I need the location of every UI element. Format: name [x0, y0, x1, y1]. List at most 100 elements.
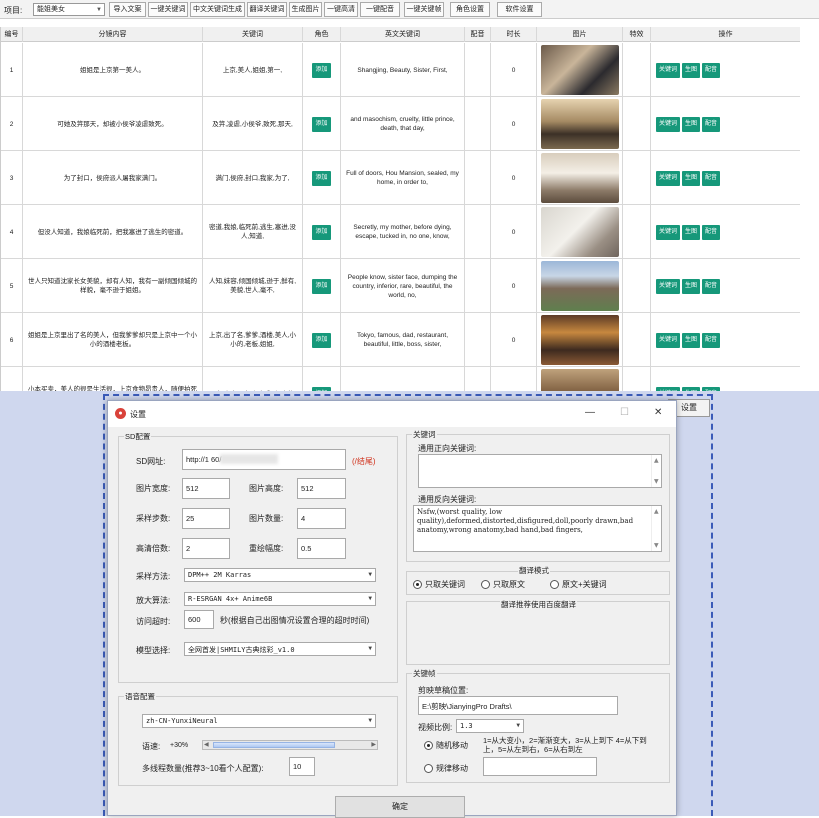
project-select[interactable]: 能姐美女 ▼	[33, 3, 105, 16]
sampler-select[interactable]: DPM++ 2M Karras ▼	[184, 568, 376, 582]
add-role-button[interactable]: 添加	[312, 62, 331, 78]
cell-english[interactable]: People know, sister face, dumping the co…	[341, 259, 465, 313]
cell-content[interactable]: 为了封口，侯府派人屠我家满门。	[23, 151, 203, 205]
cell-keywords[interactable]: 及笄,凌虐,小侯爷,致死,那天,	[203, 97, 303, 151]
scroll-up-icon[interactable]: ▲	[654, 456, 659, 465]
steps-input[interactable]: 25	[182, 508, 230, 529]
one-click-hd-button[interactable]: 一键高清	[324, 2, 358, 17]
scroll-up-icon[interactable]: ▲	[654, 507, 659, 516]
radio-keywords-only[interactable]: 只取关键词	[413, 579, 465, 590]
slider-right-arrow-icon[interactable]: ▶	[371, 741, 376, 748]
generate-image-button[interactable]: 生图	[682, 170, 701, 186]
add-role-button[interactable]: 添加	[312, 170, 331, 186]
storyboard-image[interactable]	[540, 315, 619, 365]
cell-content[interactable]: 小本买卖，美人的很是生活很，上京食物昂贵人，随便拍死了	[23, 367, 203, 391]
maximize-icon[interactable]: ☐	[620, 407, 629, 418]
add-role-button[interactable]: 添加	[312, 224, 331, 240]
cell-english[interactable]: I can't afford it, Shinong industry and	[341, 367, 465, 391]
keywords-button[interactable]: 关键词	[656, 278, 681, 294]
cell-english[interactable]: Full of doors, Hou Mansion, sealed, my h…	[341, 151, 465, 205]
cell-english[interactable]: and masochism, cruelty, little prince, d…	[341, 97, 465, 151]
radio-random-move[interactable]: 随机移动	[424, 740, 468, 751]
chinese-keywords-button[interactable]: 中文关键词生成	[190, 2, 245, 17]
ok-button[interactable]: 确定	[335, 796, 465, 818]
sd-url-hint-link[interactable]: (/结尾)	[352, 456, 376, 467]
keywords-button[interactable]: 关键词	[656, 116, 681, 132]
generate-image-button[interactable]: 生图	[682, 62, 701, 78]
keywords-button[interactable]: 关键词	[656, 224, 681, 240]
timeout-input[interactable]: 600	[184, 610, 214, 629]
negative-keywords-textarea[interactable]: Nsfw,(worst quality, low quality),deform…	[413, 505, 662, 552]
scrollbar[interactable]: ▲ ▼	[651, 506, 661, 551]
one-click-keywords-button[interactable]: 一键关键词	[148, 2, 188, 17]
cell-keywords[interactable]: 密道,我娘,临死前,逃生,塞进,没人,知道,	[203, 205, 303, 259]
rule-move-input[interactable]	[483, 757, 597, 776]
count-input[interactable]: 4	[297, 508, 346, 529]
keywords-button[interactable]: 关键词	[656, 332, 681, 348]
cell-content[interactable]: 世人只知道沈家长女美貌，却有人知，我有一副倾国倾城的样貌，毫不逊于姐姐。	[23, 259, 203, 313]
dubbing-button[interactable]: 配音	[702, 62, 721, 78]
dubbing-button[interactable]: 配音	[702, 116, 721, 132]
redraw-input[interactable]: 0.5	[297, 538, 346, 559]
cell-english[interactable]: Tokyo, famous, dad, restaurant, beautifu…	[341, 313, 465, 367]
radio-rule-move[interactable]: 规律移动	[424, 763, 468, 774]
cell-english[interactable]: Shangjing, Beauty, Sister, First,	[341, 43, 465, 97]
generate-image-button[interactable]: 生图	[682, 332, 701, 348]
dubbing-button[interactable]: 配音	[702, 170, 721, 186]
dubbing-button[interactable]: 配音	[702, 332, 721, 348]
upscaler-select[interactable]: R-ESRGAN 4x+ Anime6B ▼	[184, 592, 376, 606]
slider-left-arrow-icon[interactable]: ◀	[204, 741, 209, 748]
model-select[interactable]: 全网首发|SHMILY古典炫彩_v1.0 ▼	[184, 642, 376, 656]
role-settings-button[interactable]: 角色设置	[450, 2, 490, 17]
upscale-input[interactable]: 2	[182, 538, 230, 559]
cell-keywords[interactable]: 上京,美人,姐姐,第一,	[203, 43, 303, 97]
threads-input[interactable]: 10	[289, 757, 315, 776]
storyboard-image[interactable]	[540, 207, 619, 257]
one-click-keyframe-button[interactable]: 一键关键帧	[404, 2, 444, 17]
add-role-button[interactable]: 添加	[312, 278, 331, 294]
radio-original-only[interactable]: 只取原文	[481, 579, 525, 590]
generate-image-button[interactable]: 生图	[682, 278, 701, 294]
software-settings-button[interactable]: 软件设置	[497, 2, 542, 17]
storyboard-image[interactable]	[540, 261, 619, 311]
generate-images-button[interactable]: 生成图片	[289, 2, 322, 17]
keywords-button[interactable]: 关键词	[656, 62, 681, 78]
storyboard-image[interactable]	[540, 99, 619, 149]
speed-slider[interactable]: ◀ ▶	[202, 740, 378, 750]
cell-keywords[interactable]: 买卖,小本买卖,上京,和店,食物,	[203, 367, 303, 391]
radio-original-plus-keywords[interactable]: 原文+关键词	[550, 579, 607, 590]
storyboard-image[interactable]	[540, 369, 619, 391]
cell-content[interactable]: 可她及笄那天，却被小侯爷凌虐致死。	[23, 97, 203, 151]
positive-keywords-textarea[interactable]: ▲ ▼	[418, 454, 662, 488]
ratio-select[interactable]: 1.3 ▼	[456, 719, 524, 733]
translate-keywords-button[interactable]: 翻译关键词	[247, 2, 287, 17]
scroll-down-icon[interactable]: ▼	[654, 477, 659, 486]
cell-english[interactable]: Secretly, my mother, before dying, escap…	[341, 205, 465, 259]
cell-keywords[interactable]: 满门,侯府,封口,我家,为了,	[203, 151, 303, 205]
cell-keywords[interactable]: 上京,出了名,爹爹,酒楼,美人,小小的,老板,姐姐,	[203, 313, 303, 367]
cell-content[interactable]: 但没人知道，我娘临死前，把我塞进了逃生的密道。	[23, 205, 203, 259]
one-click-dubbing-button[interactable]: 一键配音	[360, 2, 400, 17]
scroll-down-icon[interactable]: ▼	[654, 541, 659, 550]
generate-image-button[interactable]: 生图	[682, 224, 701, 240]
width-input[interactable]: 512	[182, 478, 230, 499]
import-text-button[interactable]: 导入文案	[109, 2, 146, 17]
cell-id: 4	[1, 205, 23, 259]
close-icon[interactable]: ✕	[654, 407, 662, 418]
height-input[interactable]: 512	[297, 478, 346, 499]
add-role-button[interactable]: 添加	[312, 332, 331, 348]
storyboard-image[interactable]	[540, 45, 619, 95]
add-role-button[interactable]: 添加	[312, 116, 331, 132]
dubbing-button[interactable]: 配音	[702, 278, 721, 294]
cell-content[interactable]: 姐姐是上京第一美人。	[23, 43, 203, 97]
dubbing-button[interactable]: 配音	[702, 224, 721, 240]
storyboard-image[interactable]	[540, 153, 619, 203]
generate-image-button[interactable]: 生图	[682, 116, 701, 132]
keywords-button[interactable]: 关键词	[656, 170, 681, 186]
scrollbar[interactable]: ▲ ▼	[651, 455, 661, 487]
drafts-input[interactable]: E:\剪映\JianyingPro Drafts\	[418, 696, 618, 715]
voice-select[interactable]: zh-CN-YunxiNeural ▼	[142, 714, 376, 728]
minimize-icon[interactable]: —	[585, 407, 595, 418]
cell-keywords[interactable]: 人知,妹容,倾国倾城,逊于,鲜有,美貌,世人,毫不,	[203, 259, 303, 313]
cell-content[interactable]: 姐姐是上京里出了名的美人，但我爹爹却只是上京中一个小小的酒楼老板。	[23, 313, 203, 367]
